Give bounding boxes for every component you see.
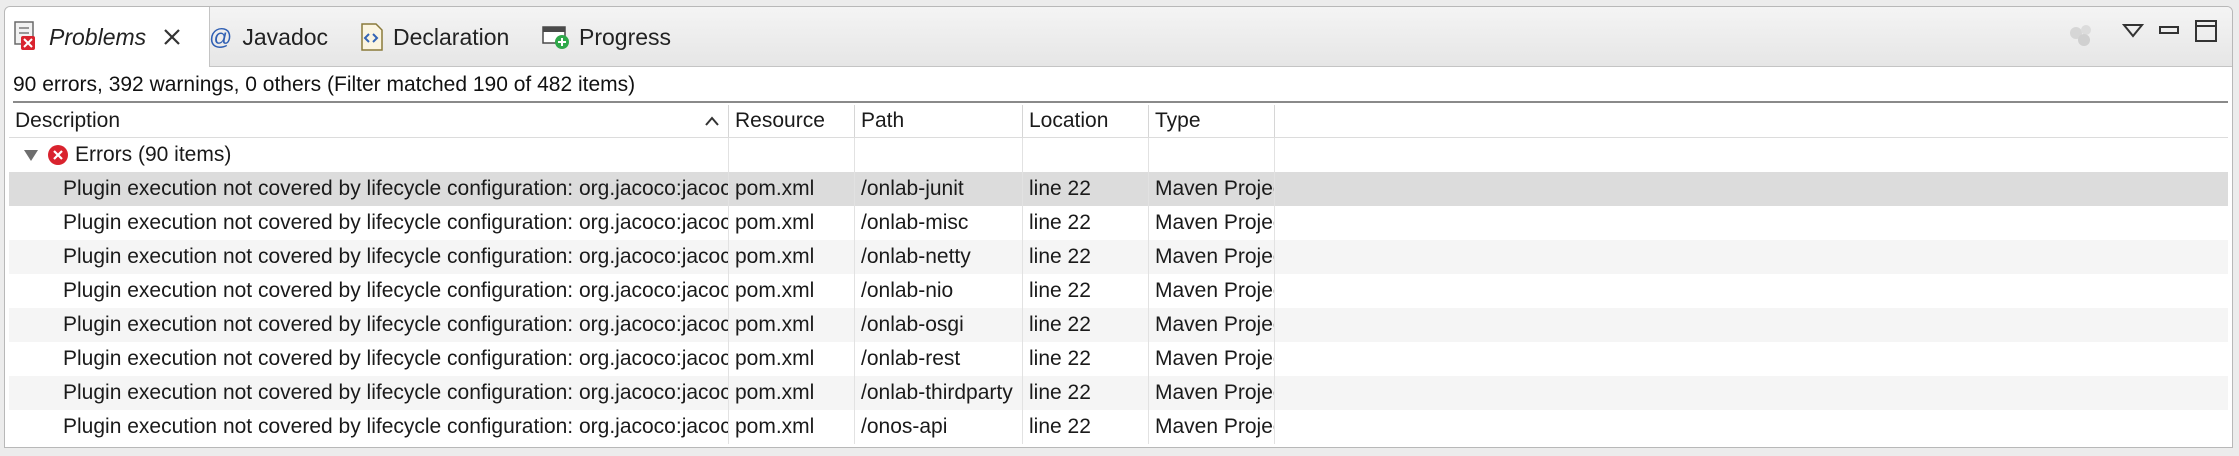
row-path: /onlab-junit bbox=[861, 177, 964, 200]
row-type: Maven Projec... bbox=[1155, 347, 1274, 370]
problems-table: Description Resource Path Location Type bbox=[9, 105, 2228, 444]
column-header-path-label: Path bbox=[861, 109, 905, 132]
busy-indicator-icon bbox=[2070, 25, 2091, 46]
row-description: Plugin execution not covered by lifecycl… bbox=[63, 245, 728, 268]
view-tab-bar: Problems @ Javadoc Declaration Progress bbox=[5, 7, 2232, 67]
table-header: Description Resource Path Location Type bbox=[9, 105, 2228, 138]
column-header-description-label: Description bbox=[15, 109, 121, 132]
minimize-icon[interactable] bbox=[2158, 21, 2180, 41]
row-path: /onlab-rest bbox=[861, 347, 961, 370]
row-resource: pom.xml bbox=[735, 211, 815, 234]
row-type: Maven Projec... bbox=[1155, 415, 1274, 438]
row-description: Plugin execution not covered by lifecycl… bbox=[63, 313, 728, 336]
row-resource: pom.xml bbox=[735, 279, 815, 302]
row-path: /onlab-misc bbox=[861, 211, 969, 234]
row-type: Maven Projec... bbox=[1155, 381, 1274, 404]
table-row[interactable]: Plugin execution not covered by lifecycl… bbox=[9, 274, 2228, 308]
row-location: line 22 bbox=[1029, 347, 1091, 370]
row-description: Plugin execution not covered by lifecycl… bbox=[63, 347, 728, 370]
row-type: Maven Projec... bbox=[1155, 211, 1274, 234]
tab-problems[interactable]: Problems bbox=[5, 7, 210, 67]
expand-triangle-icon[interactable] bbox=[23, 148, 39, 162]
row-path: /onlab-netty bbox=[861, 245, 971, 268]
tab-progress[interactable]: Progress bbox=[541, 7, 671, 67]
row-resource: pom.xml bbox=[735, 347, 815, 370]
column-header-resource-label: Resource bbox=[735, 109, 825, 132]
row-description: Plugin execution not covered by lifecycl… bbox=[63, 415, 728, 438]
row-description: Plugin execution not covered by lifecycl… bbox=[63, 211, 728, 234]
declaration-icon bbox=[361, 23, 383, 51]
row-location: line 22 bbox=[1029, 279, 1091, 302]
row-location: line 22 bbox=[1029, 313, 1091, 336]
row-type: Maven Projec... bbox=[1155, 177, 1274, 200]
at-sign-icon: @ bbox=[209, 23, 233, 50]
group-row-errors[interactable]: Errors (90 items) bbox=[9, 138, 2228, 172]
column-header-filler bbox=[1275, 105, 2232, 137]
row-resource: pom.xml bbox=[735, 177, 815, 200]
table-row[interactable]: Plugin execution not covered by lifecycl… bbox=[9, 410, 2228, 444]
column-header-description[interactable]: Description bbox=[9, 105, 729, 137]
problems-summary: 90 errors, 392 warnings, 0 others (Filte… bbox=[13, 73, 636, 96]
row-description: Plugin execution not covered by lifecycl… bbox=[63, 177, 728, 200]
column-header-type-label: Type bbox=[1155, 109, 1201, 132]
row-resource: pom.xml bbox=[735, 313, 815, 336]
row-description: Plugin execution not covered by lifecycl… bbox=[63, 279, 728, 302]
tab-javadoc-label: Javadoc bbox=[242, 23, 329, 50]
row-location: line 22 bbox=[1029, 415, 1091, 438]
row-location: line 22 bbox=[1029, 177, 1091, 200]
table-row[interactable]: Plugin execution not covered by lifecycl… bbox=[9, 342, 2228, 376]
row-type: Maven Projec... bbox=[1155, 313, 1274, 336]
view-menu-icon[interactable] bbox=[2122, 21, 2144, 41]
row-location: line 22 bbox=[1029, 381, 1091, 404]
row-path: /onlab-nio bbox=[861, 279, 954, 302]
table-row[interactable]: Plugin execution not covered by lifecycl… bbox=[9, 308, 2228, 342]
row-path: /onlab-osgi bbox=[861, 313, 964, 336]
tab-declaration[interactable]: Declaration bbox=[359, 7, 509, 67]
table-row[interactable]: Plugin execution not covered by lifecycl… bbox=[9, 240, 2228, 274]
sort-ascending-icon bbox=[705, 116, 719, 126]
row-type: Maven Projec... bbox=[1155, 245, 1274, 268]
row-resource: pom.xml bbox=[735, 381, 815, 404]
row-resource: pom.xml bbox=[735, 415, 815, 438]
row-location: line 22 bbox=[1029, 211, 1091, 234]
column-header-resource[interactable]: Resource bbox=[729, 105, 855, 137]
problems-view: Problems @ Javadoc Declaration Progress … bbox=[4, 6, 2233, 448]
progress-icon bbox=[542, 26, 569, 49]
tab-progress-label: Progress bbox=[579, 23, 672, 50]
row-resource: pom.xml bbox=[735, 245, 815, 268]
column-header-type[interactable]: Type bbox=[1149, 105, 1275, 137]
tab-javadoc[interactable]: @ Javadoc bbox=[209, 7, 328, 67]
close-icon[interactable] bbox=[162, 27, 182, 47]
row-path: /onlab-thirdparty bbox=[861, 381, 1013, 404]
error-icon bbox=[48, 145, 68, 165]
column-header-location[interactable]: Location bbox=[1023, 105, 1149, 137]
column-header-path[interactable]: Path bbox=[855, 105, 1023, 137]
maximize-icon[interactable] bbox=[2194, 19, 2218, 43]
row-path: /onos-api bbox=[861, 415, 948, 438]
row-location: line 22 bbox=[1029, 245, 1091, 268]
problems-icon bbox=[14, 21, 35, 50]
table-row[interactable]: Plugin execution not covered by lifecycl… bbox=[9, 206, 2228, 240]
table-row[interactable]: Plugin execution not covered by lifecycl… bbox=[9, 376, 2228, 410]
tab-problems-label: Problems bbox=[49, 23, 147, 50]
row-type: Maven Projec... bbox=[1155, 279, 1274, 302]
row-description: Plugin execution not covered by lifecycl… bbox=[63, 381, 728, 404]
column-header-location-label: Location bbox=[1029, 109, 1109, 132]
group-label: Errors (90 items) bbox=[75, 143, 232, 166]
tab-declaration-label: Declaration bbox=[393, 23, 510, 50]
divider bbox=[13, 101, 2228, 103]
table-row[interactable]: Plugin execution not covered by lifecycl… bbox=[9, 172, 2228, 206]
